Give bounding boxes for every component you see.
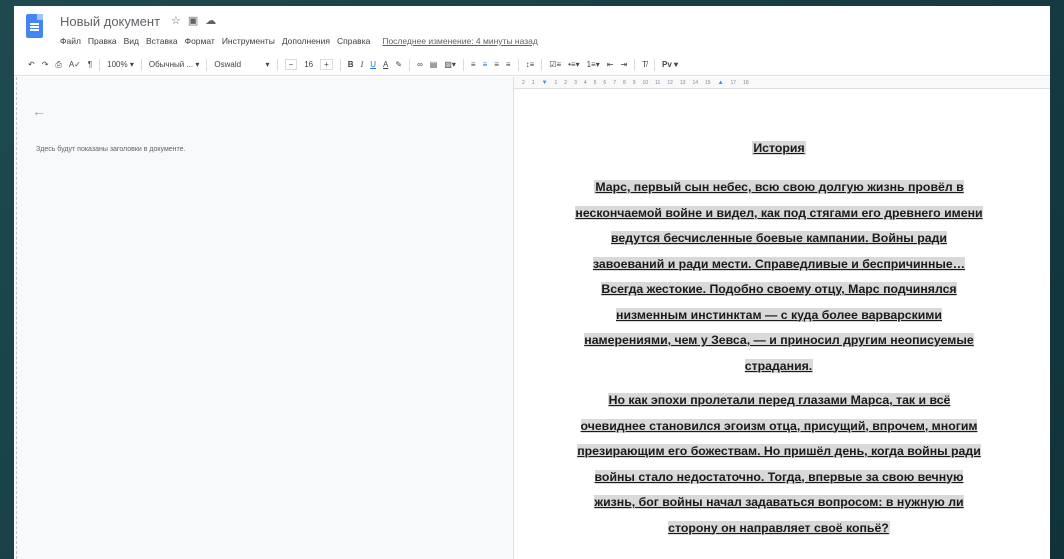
menu-insert[interactable]: Вставка bbox=[146, 36, 178, 46]
font-size-increase-button[interactable]: + bbox=[320, 59, 333, 70]
horizontal-ruler[interactable]: 2 1 ▼ 1 2 3 4 5 6 7 8 9 10 11 12 13 14 1… bbox=[514, 77, 1050, 89]
style-value: Обычный ... bbox=[148, 60, 194, 69]
menu-edit[interactable]: Правка bbox=[88, 36, 117, 46]
ruler-tick: 11 bbox=[655, 79, 661, 86]
insert-image-icon[interactable]: ▨▾ bbox=[444, 60, 456, 69]
menu-tools[interactable]: Инструменты bbox=[222, 36, 275, 46]
font-select[interactable]: Oswald ▾ bbox=[214, 60, 269, 69]
header: Новый документ ☆ ▣ ☁ Файл Правка Вид Вст… bbox=[14, 6, 1050, 54]
ruler-tick: 1 bbox=[531, 79, 535, 86]
ruler-tick: 12 bbox=[667, 79, 673, 86]
toolbar-divider bbox=[276, 58, 278, 71]
paragraph-2[interactable]: Но как эпохи пролетали перед глазами Мар… bbox=[574, 388, 984, 541]
toolbar: ↶ ↷ ⎙ A✓ ¶ 100% ▾ Обычный ... ▾ Oswald ▾… bbox=[14, 54, 1050, 76]
last-edit-link[interactable]: Последнее изменение: 4 минуты назад bbox=[382, 36, 538, 46]
text-color-button[interactable]: A bbox=[383, 60, 388, 69]
checklist-icon[interactable]: ☑≡ bbox=[549, 60, 561, 69]
underline-button[interactable]: U bbox=[370, 60, 376, 69]
paragraph-1[interactable]: Марс, первый сын небес, всю свою долгую … bbox=[574, 175, 984, 379]
ruler-tick: 7 bbox=[613, 79, 616, 86]
ruler-tick: 6 bbox=[603, 79, 607, 86]
heading-text: История bbox=[752, 141, 806, 155]
line-spacing-icon[interactable]: ↕≡ bbox=[526, 60, 535, 69]
align-justify-icon[interactable]: ≡ bbox=[506, 60, 511, 69]
font-value: Oswald bbox=[214, 60, 242, 69]
bold-button[interactable]: B bbox=[348, 60, 354, 69]
ruler-tick: 1 bbox=[554, 79, 558, 86]
document-page[interactable]: История Марс, первый сын небес, всю свою… bbox=[514, 89, 1050, 559]
zoom-select[interactable]: 100% ▾ bbox=[107, 60, 134, 69]
toolbar-divider bbox=[409, 58, 411, 71]
menu-help[interactable]: Справка bbox=[337, 36, 370, 46]
document-title[interactable]: Новый документ bbox=[60, 14, 160, 29]
toolbar-divider bbox=[339, 58, 341, 71]
align-left-icon[interactable]: ≡ bbox=[471, 60, 476, 69]
ruler-tick: 2 bbox=[564, 79, 568, 86]
input-tools-button[interactable]: Pv ▾ bbox=[662, 60, 678, 69]
ruler-tick: 5 bbox=[593, 79, 597, 86]
toolbar-divider bbox=[634, 58, 636, 71]
comment-icon[interactable]: ▤ bbox=[430, 60, 438, 69]
toolbar-divider bbox=[462, 58, 464, 71]
input-tools-label: Pv bbox=[662, 60, 672, 69]
toolbar-divider bbox=[541, 58, 543, 71]
ruler-tick: 9 bbox=[632, 79, 636, 86]
toolbar-divider bbox=[654, 58, 656, 71]
bulleted-list-icon[interactable]: •≡▾ bbox=[568, 60, 579, 69]
align-center-icon[interactable]: ≡ bbox=[483, 60, 488, 69]
vertical-ruler bbox=[14, 77, 17, 559]
star-icon[interactable]: ☆ bbox=[171, 14, 181, 27]
title-icons: ☆ ▣ ☁ bbox=[171, 14, 216, 27]
ruler-tick: 15 bbox=[705, 79, 711, 86]
undo-icon[interactable]: ↶ bbox=[28, 60, 35, 69]
document-heading[interactable]: История bbox=[574, 136, 984, 162]
cloud-status-icon[interactable]: ☁ bbox=[205, 14, 216, 27]
toolbar-divider bbox=[206, 58, 208, 71]
outline-panel: ← Здесь будут показаны заголовки в докум… bbox=[14, 77, 514, 559]
print-icon[interactable]: ⎙ bbox=[55, 60, 61, 70]
paint-format-icon[interactable]: ¶ bbox=[88, 60, 92, 69]
right-indent-marker-icon[interactable]: ▲ bbox=[718, 80, 724, 86]
ruler-tick: 14 bbox=[692, 79, 698, 86]
clear-formatting-icon[interactable]: T̸ bbox=[642, 60, 647, 69]
ruler-tick: 3 bbox=[574, 79, 577, 86]
ruler-tick: 10 bbox=[642, 79, 649, 86]
menu-bar: Файл Правка Вид Вставка Формат Инструмен… bbox=[60, 36, 538, 46]
font-size-decrease-button[interactable]: − bbox=[284, 59, 298, 70]
toolbar-divider bbox=[517, 58, 519, 71]
ruler-tick: 17 bbox=[730, 79, 737, 86]
highlight-color-icon[interactable]: ✎ bbox=[395, 60, 402, 69]
toolbar-divider bbox=[99, 58, 101, 71]
paragraph-2-text: Но как эпохи пролетали перед глазами Мар… bbox=[577, 393, 981, 535]
align-right-icon[interactable]: ≡ bbox=[494, 60, 499, 69]
ruler-tick: 8 bbox=[622, 79, 626, 86]
folder-move-icon[interactable]: ▣ bbox=[188, 14, 198, 27]
zoom-value: 100% bbox=[107, 60, 128, 69]
menu-file[interactable]: Файл bbox=[60, 36, 81, 46]
menu-format[interactable]: Формат bbox=[185, 36, 215, 46]
menu-view[interactable]: Вид bbox=[124, 36, 139, 46]
menu-addons[interactable]: Дополнения bbox=[282, 36, 330, 46]
ruler-tick: 4 bbox=[583, 79, 587, 86]
link-icon[interactable]: ∞ bbox=[417, 60, 423, 69]
redo-icon[interactable]: ↷ bbox=[42, 60, 49, 69]
decrease-indent-icon[interactable]: ⇤ bbox=[607, 60, 614, 69]
numbered-list-icon[interactable]: 1≡▾ bbox=[587, 60, 600, 69]
docs-logo-icon[interactable] bbox=[26, 14, 43, 38]
font-size-input[interactable]: 16 bbox=[304, 60, 313, 69]
ruler-tick: 13 bbox=[679, 79, 686, 86]
toolbar-divider bbox=[140, 58, 142, 71]
spellcheck-icon[interactable]: A✓ bbox=[69, 60, 81, 69]
back-arrow-icon[interactable]: ← bbox=[32, 103, 46, 119]
indent-marker-icon[interactable]: ▼ bbox=[542, 80, 548, 86]
increase-indent-icon[interactable]: ⇥ bbox=[620, 60, 627, 69]
italic-button[interactable]: I bbox=[361, 60, 364, 69]
ruler-tick: 2 bbox=[522, 79, 525, 86]
app-window: Новый документ ☆ ▣ ☁ Файл Правка Вид Вст… bbox=[14, 6, 1050, 559]
outline-hint: Здесь будут показаны заголовки в докумен… bbox=[36, 146, 186, 153]
paragraph-1-text: Марс, первый сын небес, всю свою долгую … bbox=[575, 180, 983, 373]
style-select[interactable]: Обычный ... ▾ bbox=[149, 60, 200, 69]
ruler-tick: 18 bbox=[743, 79, 749, 86]
